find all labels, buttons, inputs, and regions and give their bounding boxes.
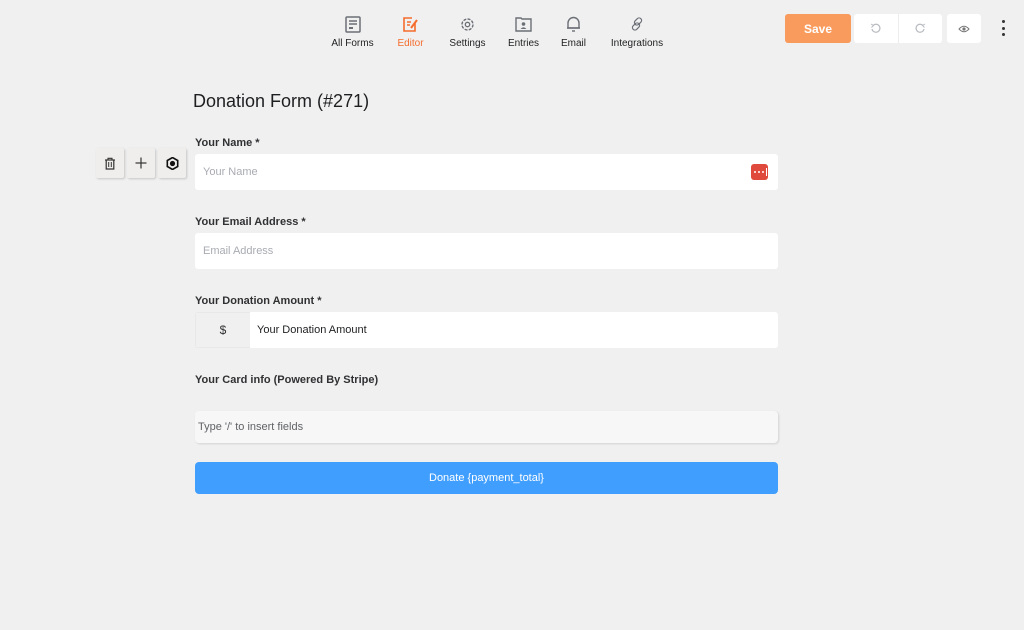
plus-icon xyxy=(135,157,147,169)
password-manager-icon[interactable] xyxy=(751,164,768,180)
email-input[interactable]: Email Address xyxy=(195,233,778,269)
list-icon xyxy=(343,14,363,34)
edit-icon xyxy=(401,14,421,34)
field-settings-button[interactable] xyxy=(158,148,186,178)
amount-input[interactable]: Your Donation Amount xyxy=(250,312,778,348)
amount-label: Your Donation Amount * xyxy=(195,295,322,307)
nav-integrations[interactable]: Integrations xyxy=(602,14,672,49)
nav-email[interactable]: Email xyxy=(551,14,596,49)
name-label: Your Name * xyxy=(195,137,260,149)
currency-prefix: $ xyxy=(195,312,250,348)
field-tools xyxy=(96,148,189,178)
settings-icon xyxy=(165,156,178,170)
amount-input-group: $ Your Donation Amount xyxy=(195,312,778,348)
form-title: Donation Form (#271) xyxy=(193,91,370,111)
kebab-menu-icon[interactable] xyxy=(996,18,1010,38)
nav-label: Editor xyxy=(397,38,424,49)
nav-editor[interactable]: Editor xyxy=(382,14,439,49)
nav-label: All Forms xyxy=(331,38,374,49)
undo-button[interactable] xyxy=(854,14,898,43)
delete-field-button[interactable] xyxy=(96,148,124,178)
add-field-button[interactable] xyxy=(127,148,155,178)
card-label: Your Card info (Powered By Stripe) xyxy=(195,374,379,386)
top-navigation: All Forms Editor Settings Entries Email … xyxy=(326,14,672,49)
nav-label: Settings xyxy=(449,38,486,49)
nav-label: Entries xyxy=(507,38,540,49)
insert-fields-input[interactable]: Type '/' to insert fields xyxy=(195,411,778,443)
nav-label: Email xyxy=(560,38,586,49)
name-placeholder: Your Name xyxy=(203,166,258,178)
undo-redo-group xyxy=(854,14,942,43)
contact-card-icon xyxy=(514,14,534,34)
trash-icon xyxy=(105,157,115,170)
name-input[interactable]: Your Name xyxy=(195,154,778,190)
save-button[interactable]: Save xyxy=(785,14,851,43)
eye-icon xyxy=(958,25,970,32)
redo-button[interactable] xyxy=(897,14,943,43)
nav-entries[interactable]: Entries xyxy=(496,14,551,49)
redo-icon xyxy=(915,23,926,33)
donate-button[interactable]: Donate {payment_total} xyxy=(195,462,778,494)
bell-icon xyxy=(564,14,584,34)
nav-all-forms[interactable]: All Forms xyxy=(326,14,379,49)
link-icon xyxy=(627,14,647,34)
preview-button[interactable] xyxy=(947,14,981,43)
gear-icon xyxy=(458,14,478,34)
email-placeholder: Email Address xyxy=(203,245,274,257)
nav-settings[interactable]: Settings xyxy=(440,14,495,49)
email-label: Your Email Address * xyxy=(195,216,306,228)
undo-icon xyxy=(870,23,881,33)
nav-label: Integrations xyxy=(610,38,664,49)
